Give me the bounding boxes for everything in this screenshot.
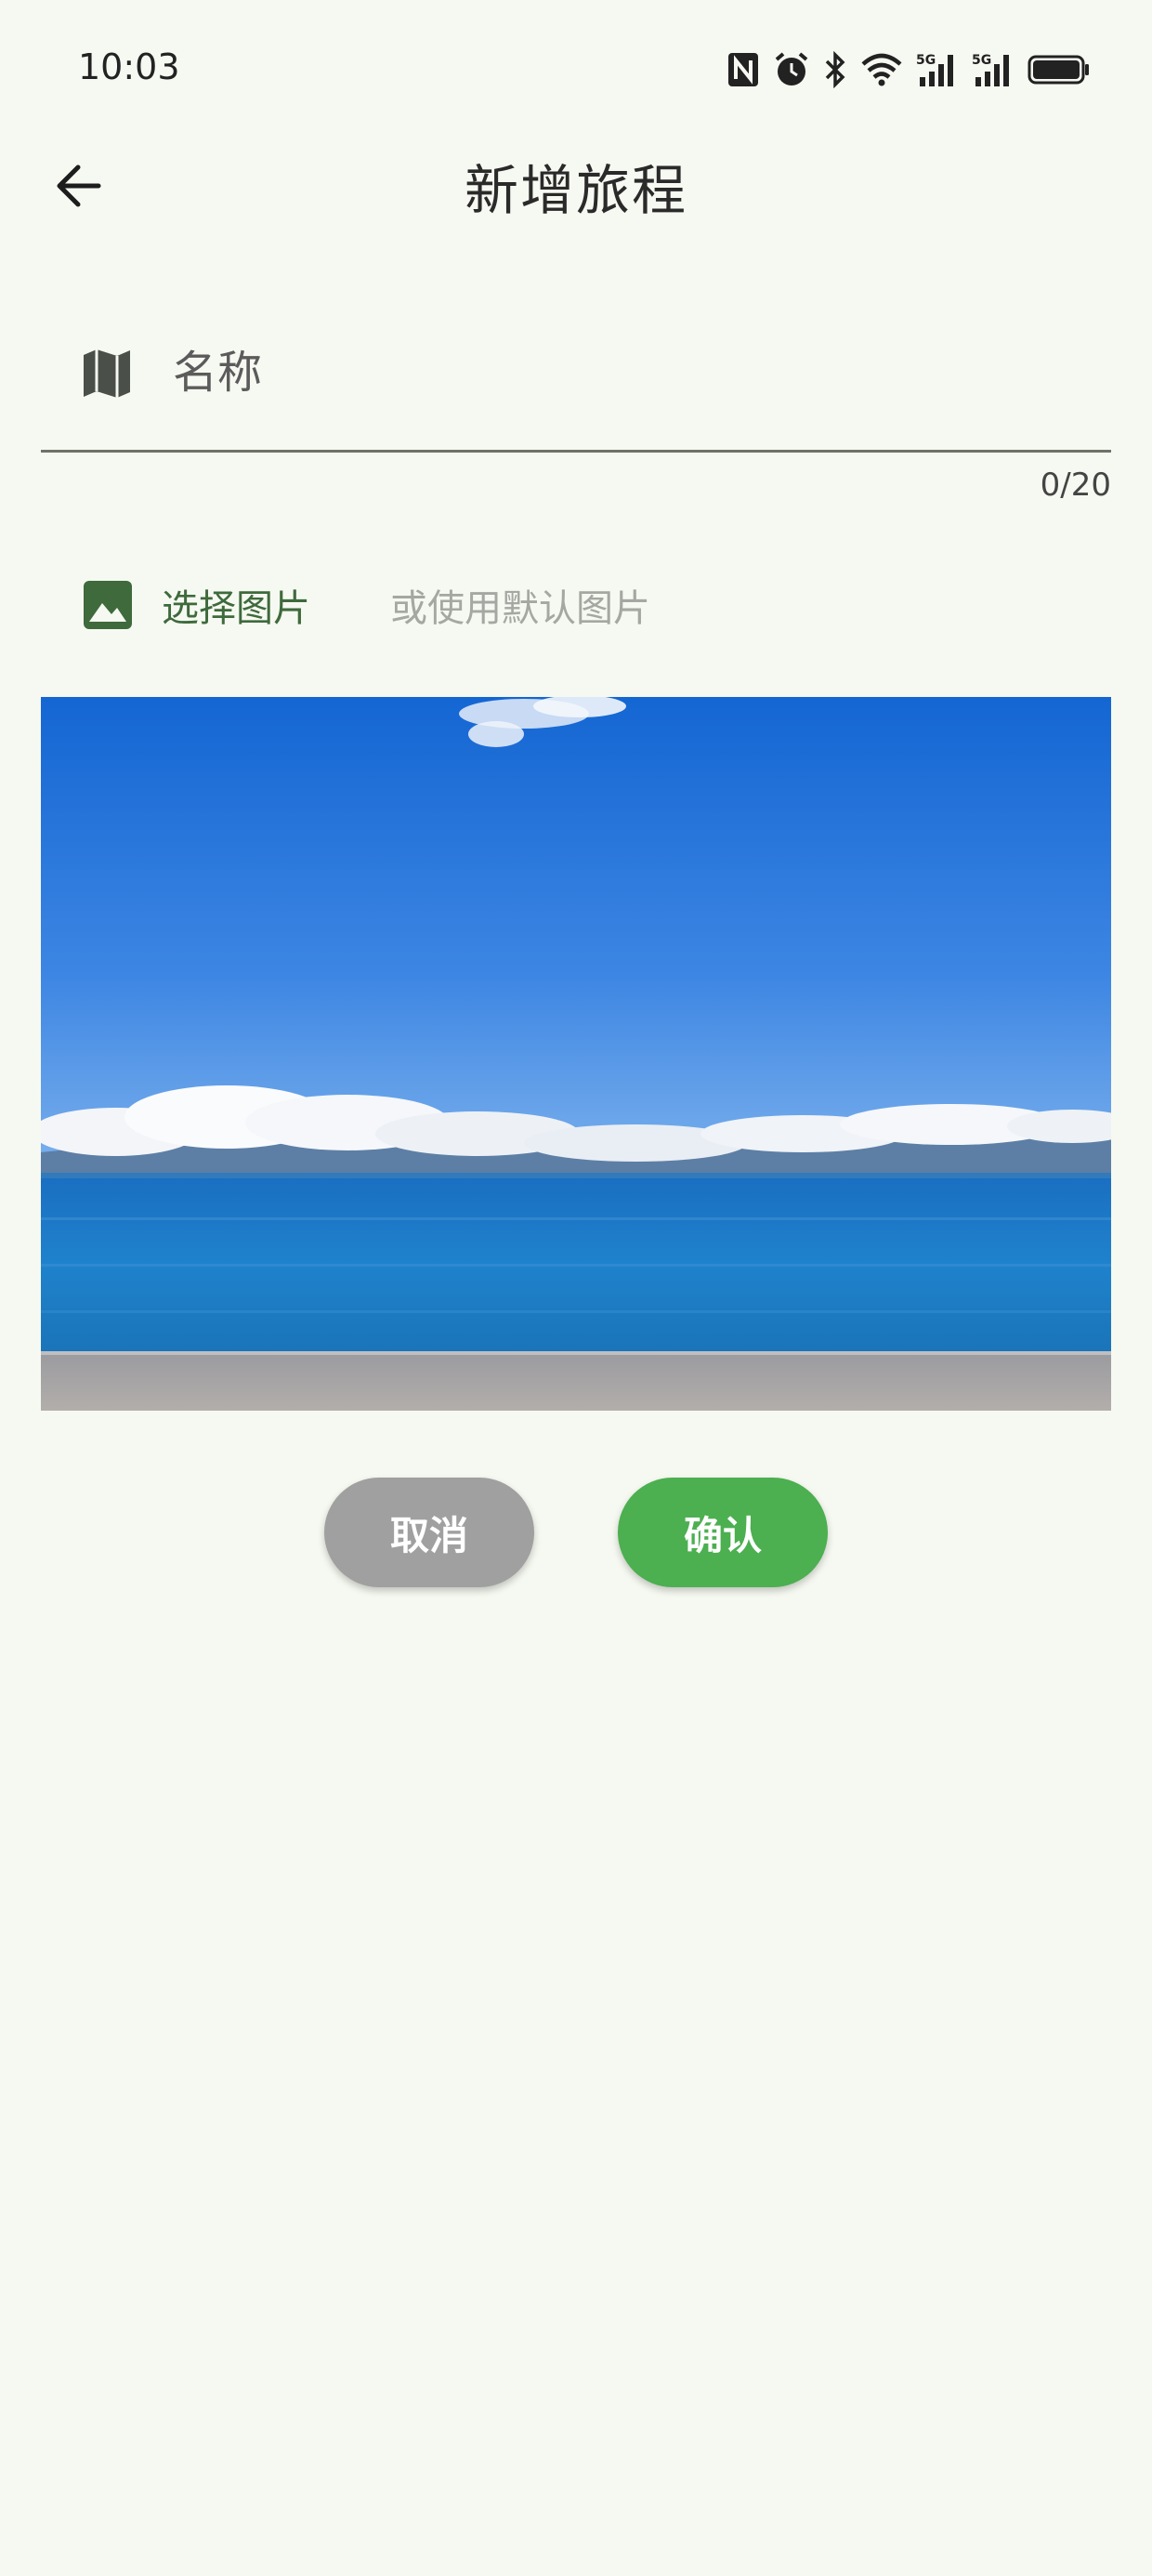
signal-5g-icon: 5G bbox=[916, 53, 953, 86]
use-default-image-button[interactable]: 或使用默认图片 bbox=[390, 578, 650, 632]
nfc-icon bbox=[728, 53, 758, 86]
cancel-button[interactable]: 取消 bbox=[324, 1478, 534, 1587]
field-underline bbox=[41, 450, 1111, 453]
page-title: 新增旅程 bbox=[464, 159, 687, 222]
map-icon bbox=[84, 349, 130, 398]
trip-cover-image bbox=[41, 697, 1111, 1411]
image-icon[interactable] bbox=[82, 579, 134, 631]
trip-name-field[interactable] bbox=[41, 316, 1111, 453]
signal-5g-icon: 5G bbox=[972, 53, 1009, 86]
select-image-button[interactable]: 选择图片 bbox=[162, 578, 310, 632]
status-time: 10:03 bbox=[78, 46, 180, 87]
battery-icon bbox=[1028, 55, 1089, 85]
trip-name-input[interactable] bbox=[171, 335, 1085, 411]
character-counter: 0/20 bbox=[1040, 467, 1111, 504]
bluetooth-icon bbox=[825, 51, 845, 88]
landscape-image bbox=[41, 697, 1111, 1411]
image-picker-row: 选择图片 或使用默认图片 bbox=[82, 572, 650, 637]
status-bar: 10:03 5G 5G bbox=[0, 0, 1152, 139]
confirm-button[interactable]: 确认 bbox=[618, 1478, 828, 1587]
signal-5g-label: 5G bbox=[972, 53, 991, 68]
status-icons: 5G 5G bbox=[727, 48, 1091, 91]
signal-5g-label: 5G bbox=[916, 53, 936, 68]
wifi-icon bbox=[861, 53, 902, 86]
alarm-icon bbox=[775, 52, 808, 85]
